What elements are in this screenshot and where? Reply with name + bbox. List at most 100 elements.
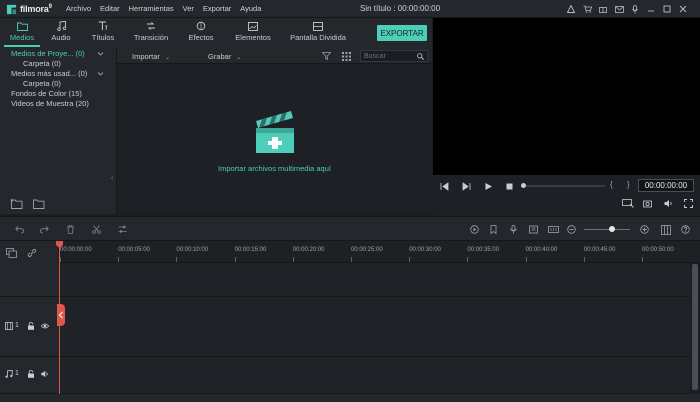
ruler-tick-label: 00:00:10:00	[176, 247, 209, 253]
import-dropdown[interactable]: Importar ⌄	[132, 52, 170, 61]
ruler-tick-label: 00:00:20:00	[292, 247, 325, 253]
preview-window[interactable]	[433, 18, 700, 175]
video-track-1[interactable]	[58, 297, 690, 357]
tree-item-folder[interactable]: Carpeta (0)	[23, 79, 61, 88]
video-track-number: 1	[15, 322, 19, 329]
voiceover-icon[interactable]	[509, 225, 518, 234]
zoom-in-icon[interactable]	[640, 225, 649, 234]
help-icon[interactable]	[681, 225, 690, 234]
record-dropdown[interactable]: Grabar ⌄	[208, 52, 241, 61]
audio-track-1[interactable]	[58, 357, 690, 394]
tab-titulos[interactable]: Títulos	[83, 21, 123, 42]
gift-icon[interactable]	[595, 3, 611, 15]
grid-view-icon[interactable]	[342, 52, 351, 61]
text-icon	[97, 21, 109, 31]
delete-icon[interactable]	[66, 225, 75, 234]
playhead-handle[interactable]	[56, 241, 63, 248]
previous-frame-icon[interactable]	[440, 182, 449, 191]
tree-item-most-used[interactable]: Medios más usad... (0)	[11, 69, 87, 78]
preview-timecode: 00:00:00:00	[638, 179, 694, 192]
tree-item-project-media[interactable]: Medios de Proye... (0)	[11, 49, 85, 58]
search-input[interactable]	[364, 52, 414, 61]
chevron-left-icon	[58, 311, 63, 319]
folder-icon[interactable]	[33, 199, 45, 209]
lock-icon[interactable]	[27, 370, 35, 378]
new-folder-icon[interactable]	[11, 199, 23, 209]
export-button[interactable]: EXPORTAR	[377, 25, 427, 41]
ruler-tick-label: 00:00:15:00	[234, 247, 267, 253]
search-icon[interactable]	[417, 53, 424, 60]
menu-archivo[interactable]: Archivo	[66, 4, 91, 13]
lock-icon[interactable]	[27, 322, 35, 330]
scrubber-knob[interactable]	[521, 183, 526, 188]
clapperboard-import-icon[interactable]	[253, 107, 297, 155]
timeline-scrollbar-thumb[interactable]	[692, 264, 698, 390]
menu-editar[interactable]: Editar	[100, 4, 120, 13]
folder-icon	[16, 21, 28, 31]
display-settings-icon[interactable]	[622, 199, 634, 208]
render-icon[interactable]	[470, 225, 479, 234]
menu-exportar[interactable]: Exportar	[203, 4, 231, 13]
mail-icon[interactable]	[611, 3, 627, 15]
tab-elementos[interactable]: Elementos	[233, 21, 273, 42]
user-icon[interactable]	[563, 3, 579, 15]
cart-icon[interactable]	[579, 3, 595, 15]
filter-icon[interactable]	[322, 52, 331, 60]
tree-item-folder[interactable]: Carpeta (0)	[23, 59, 61, 68]
tab-label: Elementos	[235, 33, 271, 42]
menu-herramientas[interactable]: Herramientas	[129, 4, 174, 13]
snapshot-icon[interactable]	[643, 199, 652, 208]
ruler-tick-label: 00:00:45:00	[583, 247, 616, 253]
mark-in-out-buttons[interactable]: { }	[610, 180, 636, 189]
ruler-tick-label: 00:00:05:00	[118, 247, 150, 253]
playhead-grip[interactable]	[57, 304, 65, 326]
audio-track-icon	[5, 370, 13, 378]
fullscreen-icon[interactable]	[684, 199, 693, 208]
image-icon	[247, 21, 259, 31]
eye-icon[interactable]	[41, 322, 49, 330]
redo-icon[interactable]	[40, 225, 49, 234]
maximize-icon[interactable]	[659, 3, 675, 15]
ruler-tick	[292, 257, 294, 262]
track-empty[interactable]	[58, 263, 690, 297]
ruler-tick-label: 00:00:35:00	[467, 247, 500, 253]
add-track-icon[interactable]	[6, 248, 17, 258]
play-icon[interactable]	[484, 182, 493, 191]
chevron-down-icon[interactable]	[97, 71, 104, 77]
tree-item-color-backgrounds[interactable]: Fondos de Color (15)	[11, 89, 82, 98]
snapshot-timeline-icon[interactable]	[548, 225, 559, 234]
timeline-header	[0, 241, 58, 263]
zoom-slider[interactable]	[584, 229, 630, 230]
tab-efectos[interactable]: Efectos	[181, 21, 221, 42]
link-icon[interactable]	[27, 248, 37, 258]
menu-ver[interactable]: Ver	[183, 4, 194, 13]
speaker-icon[interactable]	[41, 370, 49, 378]
tab-label: Audio	[51, 33, 71, 42]
microphone-icon[interactable]	[627, 3, 643, 15]
next-frame-icon[interactable]	[462, 182, 471, 191]
menu-ayuda[interactable]: Ayuda	[240, 4, 261, 13]
timeline-view-icon[interactable]	[661, 225, 671, 235]
tab-audio[interactable]: Audio	[41, 21, 81, 42]
ruler-tick-label: 00:00:00:00	[60, 247, 92, 253]
undo-icon[interactable]	[15, 225, 24, 234]
volume-icon[interactable]	[664, 199, 673, 208]
collapse-panel-handle[interactable]: ‹	[111, 175, 113, 182]
marker-icon[interactable]	[489, 225, 498, 234]
scissors-icon[interactable]	[92, 225, 101, 234]
minimize-icon[interactable]	[643, 3, 659, 15]
close-icon[interactable]	[675, 3, 691, 15]
adjust-icon[interactable]	[118, 225, 127, 234]
chevron-down-icon[interactable]	[97, 51, 104, 57]
audio-mixer-icon[interactable]	[529, 225, 538, 234]
zoom-slider-knob[interactable]	[608, 226, 615, 232]
import-media-hint[interactable]: Importar archivos multimedia aquí	[117, 164, 432, 173]
zoom-out-icon[interactable]	[567, 225, 576, 234]
tab-transicion[interactable]: Transición	[131, 21, 171, 42]
preview-scrubber[interactable]	[521, 185, 605, 187]
ruler-tick	[60, 257, 61, 262]
stop-icon[interactable]	[505, 182, 514, 191]
tab-pantalla-dividida[interactable]: Pantalla Dividida	[290, 21, 346, 42]
tree-item-sample-videos[interactable]: Videos de Muestra (20)	[11, 99, 89, 108]
tab-medios[interactable]: Medios	[2, 21, 42, 42]
